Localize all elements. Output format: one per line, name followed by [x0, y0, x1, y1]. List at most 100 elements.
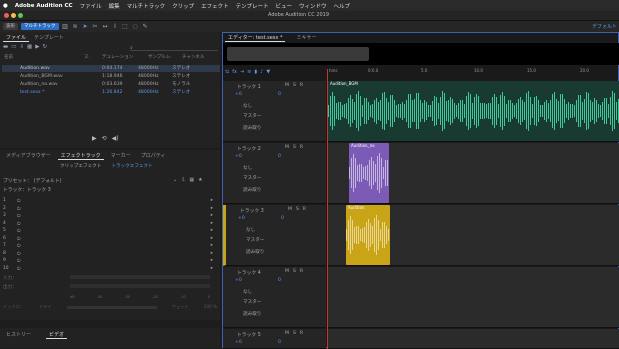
brush-icon[interactable]: ✎ [142, 23, 149, 30]
record-button[interactable]: R [300, 269, 303, 274]
power-icon[interactable]: ⏻ [17, 213, 20, 219]
slot-arrow-icon[interactable]: ▸ [211, 198, 213, 204]
marquee-icon[interactable]: ⬚ [122, 23, 129, 30]
delete-preset-icon[interactable]: ▦ [189, 177, 194, 183]
overview-bar[interactable] [223, 43, 619, 65]
col-samplerate[interactable]: サンプルレ. [148, 54, 182, 62]
slot-arrow-icon[interactable]: ▸ [211, 213, 213, 219]
menu-view[interactable]: ビュー [275, 2, 292, 10]
track-name[interactable]: トラック 5 [237, 331, 261, 338]
tab-templates[interactable]: テンプレート [31, 34, 67, 42]
effect-slot[interactable]: 2 ⏻ ▸ [3, 206, 213, 212]
record-button[interactable]: R [300, 145, 303, 150]
track-name[interactable]: トラック 3 [240, 207, 264, 214]
pan-knob[interactable]: 0 [278, 92, 281, 97]
time-selection-icon[interactable]: I [112, 23, 119, 30]
workspace-selector[interactable]: デフォルト [592, 23, 617, 30]
solo-button[interactable]: S [293, 331, 296, 336]
effect-slot[interactable]: 4 ⏻ ▸ [3, 221, 213, 227]
play-icon[interactable]: ▶ [92, 135, 97, 142]
delete-icon[interactable]: ▦ [27, 44, 32, 50]
play-preview-icon[interactable]: ▶ [35, 44, 39, 50]
waveform-view-button[interactable]: 波形 [3, 23, 18, 30]
audio-clip[interactable]: Audition [346, 205, 390, 265]
audio-clip[interactable]: Audition_BGM [328, 81, 619, 141]
track-lane[interactable] [328, 267, 619, 328]
volume-knob[interactable]: +0 [238, 216, 245, 221]
tab-mixer[interactable]: ミキサー [293, 34, 319, 42]
menu-multitrack[interactable]: マルチトラック [127, 2, 166, 10]
effect-slot[interactable]: 7 ⏻ ▸ [3, 243, 213, 249]
power-icon[interactable]: ⏻ [17, 251, 20, 257]
slot-arrow-icon[interactable]: ▸ [211, 206, 213, 212]
mute-button[interactable]: M [285, 269, 289, 274]
slot-arrow-icon[interactable]: ▸ [211, 228, 213, 234]
playhead[interactable] [327, 69, 328, 349]
track-header[interactable]: トラック 5 M S R +0 0 [223, 329, 326, 349]
col-duration[interactable]: デュレーション [102, 54, 148, 62]
tab-track-effects[interactable]: トラックエフェクト [111, 163, 152, 169]
solo-button[interactable]: S [293, 269, 296, 274]
power-icon[interactable]: ⏻ [17, 236, 20, 242]
track-lane[interactable] [328, 329, 619, 349]
record-button[interactable]: R [300, 331, 303, 336]
save-preset-icon[interactable]: ⇩ [181, 177, 185, 183]
pitch-icon[interactable]: ≋ [72, 23, 79, 30]
tab-properties[interactable]: プロパティ [138, 152, 169, 160]
send-icon[interactable]: ⇥ [240, 69, 244, 75]
pan-knob[interactable]: 0 [278, 154, 281, 159]
input-select[interactable]: なし [243, 165, 252, 171]
automation-mode[interactable]: 読み取り [243, 125, 261, 131]
loop-playback-icon[interactable]: ⟲ [102, 135, 107, 142]
tab-media-browser[interactable]: メディアブラウザー [3, 152, 54, 160]
slip-tool-icon[interactable]: ↔ [102, 23, 109, 30]
mute-button[interactable]: M [285, 83, 289, 88]
zoom-window-button[interactable] [18, 13, 23, 18]
move-tool-icon[interactable]: ➤ [82, 23, 89, 30]
input-select[interactable]: なし [243, 103, 252, 109]
menu-clip[interactable]: クリップ [172, 2, 194, 10]
effect-slot[interactable]: 8 ⏻ ▸ [3, 251, 213, 257]
menu-help[interactable]: ヘルプ [334, 2, 351, 10]
track-name[interactable]: トラック 2 [237, 145, 261, 152]
sync-icon[interactable]: ⇆ [225, 69, 229, 75]
razor-tool-icon[interactable]: ✂ [92, 23, 99, 30]
effect-slot[interactable]: 6 ⏻ ▸ [3, 236, 213, 242]
minimize-window-button[interactable] [11, 13, 16, 18]
effect-slot[interactable]: 9 ⏻ ▸ [3, 258, 213, 264]
power-icon[interactable]: ⏻ [17, 228, 20, 234]
spectrum-icon[interactable]: ▥ [62, 23, 69, 30]
solo-button[interactable]: S [293, 145, 296, 150]
open-folder-icon[interactable]: ▭ [11, 44, 16, 50]
power-icon[interactable]: ⏻ [17, 198, 20, 204]
menu-file[interactable]: ファイル [80, 2, 102, 10]
close-window-button[interactable] [4, 13, 9, 18]
record-button[interactable]: R [300, 83, 303, 88]
power-icon[interactable]: ⏻ [17, 221, 20, 227]
track-lane[interactable]: Audition [328, 205, 619, 266]
effect-slot[interactable]: 3 ⏻ ▸ [3, 213, 213, 219]
track-name[interactable]: トラック 1 [237, 83, 261, 90]
mute-button[interactable]: M [288, 207, 292, 212]
power-icon[interactable]: ⏻ [17, 243, 20, 249]
power-icon[interactable]: ⏻ [17, 258, 20, 264]
automation-mode[interactable]: 読み取り [243, 311, 261, 317]
menu-edit[interactable]: 編集 [109, 2, 120, 10]
menu-effects[interactable]: エフェクト [201, 2, 229, 10]
tab-files[interactable]: ファイル [3, 34, 30, 42]
effect-slot[interactable]: 10 ⏻ ▸ [3, 266, 213, 272]
track-header[interactable]: トラック 2 M S R +0 0 なし マスター 読み取り [223, 143, 326, 204]
loop-icon[interactable]: ↻ [42, 44, 47, 50]
col-channels[interactable]: チャンネル [182, 54, 220, 62]
volume-knob[interactable]: +0 [235, 340, 242, 345]
mix-slider[interactable] [66, 306, 157, 309]
track-name[interactable]: トラック 4 [237, 269, 261, 276]
slot-arrow-icon[interactable]: ▸ [211, 266, 213, 272]
volume-knob[interactable]: +0 [235, 278, 242, 283]
multitrack-view-button[interactable]: マルチトラック [21, 23, 59, 30]
pan-knob[interactable]: 0 [278, 340, 281, 345]
power-icon[interactable]: ⏻ [17, 266, 20, 272]
volume-knob[interactable]: +0 [235, 92, 242, 97]
tab-editor[interactable]: エディター: test.sesx * [225, 34, 286, 42]
time-ruler[interactable]: hms 0:0.0 5.0 10.0 15.0 20.0 [328, 68, 618, 77]
